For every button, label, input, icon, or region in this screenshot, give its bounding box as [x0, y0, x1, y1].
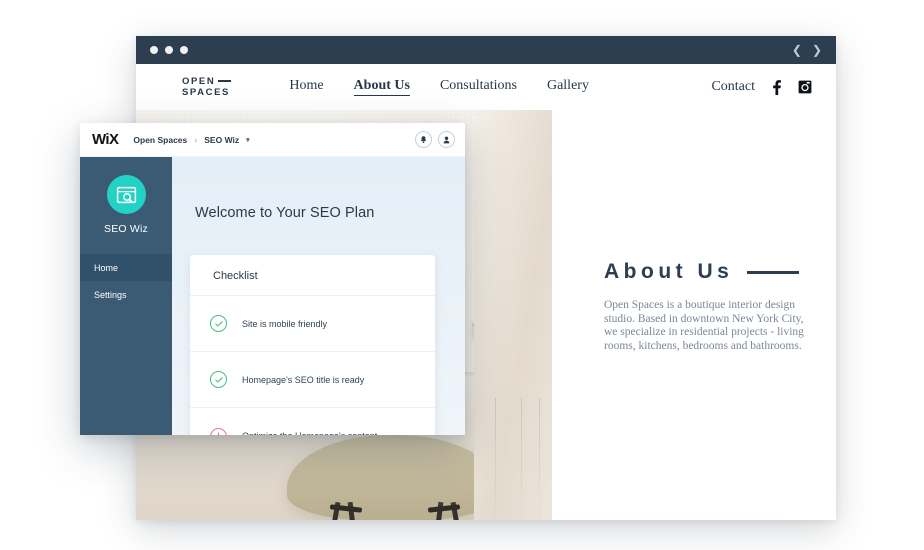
app-name-label: SEO Wiz: [104, 223, 148, 235]
site-header: OPEN SPACES Home About Us Consultations …: [136, 64, 836, 110]
site-header-right: Contact: [711, 79, 812, 95]
site-logo[interactable]: OPEN SPACES: [182, 76, 232, 98]
notifications-bell-icon[interactable]: [415, 131, 432, 148]
breadcrumb-app-name[interactable]: SEO Wiz: [204, 135, 239, 145]
browser-nav-arrows: ❮ ❯: [792, 36, 822, 64]
screenshot-stage: ❮ ❯ OPEN SPACES Home About Us Consultati…: [0, 0, 924, 550]
app-identity: SEO Wiz: [80, 157, 172, 235]
site-logo-dash: [218, 80, 232, 82]
breadcrumb: Open Spaces › SEO Wiz ▾: [133, 135, 249, 145]
site-nav-item-consultations[interactable]: Consultations: [440, 78, 517, 94]
wix-content-area: Welcome to Your SEO Plan Checklist Site …: [172, 157, 465, 435]
welcome-title: Welcome to Your SEO Plan: [195, 205, 375, 221]
chevron-down-icon[interactable]: ▾: [246, 136, 250, 144]
wix-topbar: WiX Open Spaces › SEO Wiz ▾: [80, 123, 465, 157]
about-title-row: About Us: [604, 260, 836, 284]
sidebar-item-home-label: Home: [94, 262, 119, 273]
wix-sidebar-nav: Home Settings: [80, 254, 172, 308]
site-nav-item-about-us[interactable]: About Us: [353, 78, 410, 96]
site-logo-line2: SPACES: [182, 87, 230, 98]
checklist-item-label: Homepage's SEO title is ready: [242, 374, 365, 385]
wix-topbar-actions: [415, 131, 455, 148]
chevron-right-icon: ›: [194, 134, 198, 145]
browser-titlebar: ❮ ❯: [136, 36, 836, 64]
wix-logo[interactable]: WiX: [92, 131, 119, 148]
check-circle-icon: [210, 315, 227, 332]
wix-body: SEO Wiz Home Settings Welcome to Your SE…: [80, 157, 465, 435]
chevron-left-icon[interactable]: ❮: [792, 44, 802, 56]
window-dot-close[interactable]: [150, 46, 158, 54]
check-circle-icon: [210, 371, 227, 388]
checklist-item-label: Optimize the Homepage's content: [242, 431, 377, 435]
checklist-item-label: Site is mobile friendly: [242, 318, 328, 329]
about-title-rule: [747, 270, 800, 274]
sidebar-item-home[interactable]: Home: [80, 254, 172, 281]
exclamation-circle-icon: [210, 427, 227, 435]
wix-seo-wiz-panel: WiX Open Spaces › SEO Wiz ▾ SEO Wiz Home…: [80, 123, 465, 435]
breadcrumb-site-name[interactable]: Open Spaces: [133, 135, 187, 145]
window-dot-minimize[interactable]: [165, 46, 173, 54]
checklist-card: Checklist Site is mobile friendly Homepa…: [190, 255, 435, 435]
checklist-item[interactable]: Optimize the Homepage's content: [190, 408, 435, 435]
about-body-text: Open Spaces is a boutique interior desig…: [604, 299, 804, 352]
instagram-icon[interactable]: [798, 80, 812, 94]
window-traffic-light-dots: [150, 46, 188, 54]
site-main-nav: Home About Us Consultations Gallery: [289, 78, 589, 96]
window-dot-maximize[interactable]: [180, 46, 188, 54]
checklist-title: Checklist: [190, 255, 435, 296]
account-avatar-icon[interactable]: [438, 131, 455, 148]
about-title: About Us: [604, 260, 734, 283]
wix-sidebar: SEO Wiz Home Settings: [80, 157, 172, 435]
sidebar-item-settings-label: Settings: [94, 289, 127, 300]
about-us-panel: About Us Open Spaces is a boutique inter…: [552, 110, 836, 520]
chevron-right-icon[interactable]: ❯: [812, 44, 822, 56]
seo-wiz-icon: [106, 175, 146, 214]
site-nav-item-gallery[interactable]: Gallery: [547, 78, 589, 94]
site-nav-item-home[interactable]: Home: [289, 78, 323, 94]
checklist-item[interactable]: Site is mobile friendly: [190, 296, 435, 352]
sidebar-item-settings[interactable]: Settings: [80, 281, 172, 308]
site-nav-item-contact[interactable]: Contact: [711, 79, 755, 95]
site-logo-line1: OPEN: [182, 76, 216, 87]
checklist-item[interactable]: Homepage's SEO title is ready: [190, 352, 435, 408]
photo-curtain: [474, 110, 552, 520]
facebook-icon[interactable]: [771, 79, 782, 95]
